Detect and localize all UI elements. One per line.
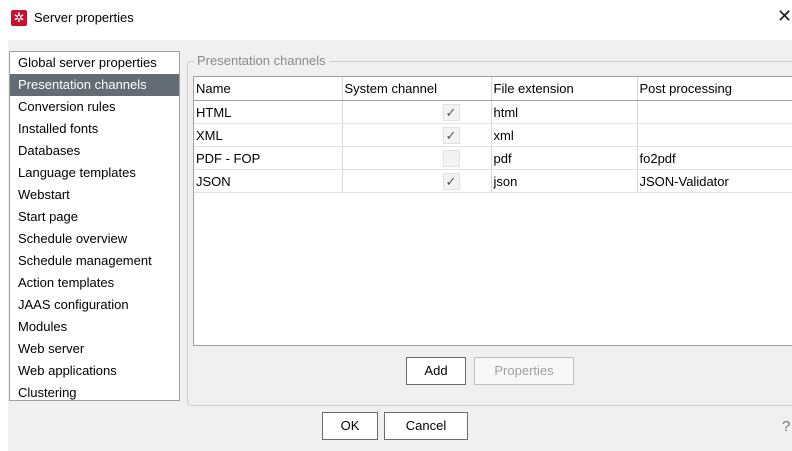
table-row[interactable]: PDF - FOP pdf fo2pdf [194, 146, 792, 170]
system-channel-checkbox[interactable]: ✓ [442, 103, 460, 121]
table-row[interactable]: XML ✓ xml [194, 123, 792, 147]
cell-post-processing [637, 100, 792, 124]
sidebar-item[interactable]: Web server [10, 338, 179, 360]
close-icon[interactable]: ✕ [777, 6, 792, 27]
sidebar-item[interactable]: Global server properties [10, 52, 179, 74]
cell-post-processing: fo2pdf [637, 146, 792, 170]
sidebar-item[interactable]: Action templates [10, 272, 179, 294]
sidebar-item[interactable]: Presentation channels [10, 74, 179, 96]
system-channel-checkbox[interactable]: ✓ [442, 126, 460, 144]
table-header: Name System channel File extension Post … [194, 77, 792, 101]
sidebar-nav[interactable]: Global server properties Presentation cha… [9, 51, 180, 401]
cell-system-channel [342, 146, 492, 170]
sidebar-item[interactable]: Clustering [10, 382, 179, 400]
column-header-name[interactable]: Name [194, 77, 343, 101]
cell-system-channel: ✓ [342, 169, 492, 193]
cell-name: XML [194, 123, 343, 147]
sidebar-item[interactable]: Conversion rules [10, 96, 179, 118]
cell-file-extension: xml [491, 123, 638, 147]
checkmark-icon: ✓ [445, 104, 457, 120]
title-bar: ✲ Server properties ✕ [0, 0, 792, 36]
cell-file-extension: html [491, 100, 638, 124]
table-row[interactable]: HTML ✓ html [194, 100, 792, 124]
cell-post-processing: JSON-Validator [637, 169, 792, 193]
sidebar-item[interactable]: Language templates [10, 162, 179, 184]
cell-name: PDF - FOP [194, 146, 343, 170]
sidebar-item[interactable]: JAAS configuration [10, 294, 179, 316]
system-channel-checkbox[interactable]: ✓ [442, 172, 460, 190]
checkmark-icon: ✓ [445, 127, 457, 143]
help-icon[interactable]: ? [782, 418, 790, 435]
add-button[interactable]: Add [406, 357, 466, 385]
column-header-post-processing[interactable]: Post processing [637, 77, 792, 101]
system-channel-checkbox[interactable] [442, 149, 460, 167]
cell-post-processing [637, 123, 792, 147]
cell-name: HTML [194, 100, 343, 124]
gear-icon: ✲ [11, 10, 27, 26]
cell-name: JSON [194, 169, 343, 193]
cell-system-channel: ✓ [342, 123, 492, 147]
checkmark-icon: ✓ [445, 173, 457, 189]
cancel-button[interactable]: Cancel [384, 412, 468, 440]
sidebar-item[interactable]: Databases [10, 140, 179, 162]
sidebar-item[interactable]: Installed fonts [10, 118, 179, 140]
window-title: Server properties [34, 10, 134, 25]
sidebar-item[interactable]: Modules [10, 316, 179, 338]
ok-button[interactable]: OK [322, 412, 378, 440]
properties-button[interactable]: Properties [474, 357, 574, 385]
channels-table[interactable]: Name System channel File extension Post … [193, 76, 792, 346]
sidebar-item[interactable]: Schedule overview [10, 228, 179, 250]
sidebar-item[interactable]: Webstart [10, 184, 179, 206]
sidebar-item[interactable]: Web applications [10, 360, 179, 382]
group-label: Presentation channels [194, 52, 329, 70]
cell-system-channel: ✓ [342, 100, 492, 124]
column-header-file-extension[interactable]: File extension [491, 77, 638, 101]
cell-file-extension: json [491, 169, 638, 193]
table-row[interactable]: JSON ✓ json JSON-Validator [194, 169, 792, 193]
column-header-system-channel[interactable]: System channel [342, 77, 492, 101]
sidebar-item[interactable]: Schedule management [10, 250, 179, 272]
cell-file-extension: pdf [491, 146, 638, 170]
sidebar-item[interactable]: Start page [10, 206, 179, 228]
